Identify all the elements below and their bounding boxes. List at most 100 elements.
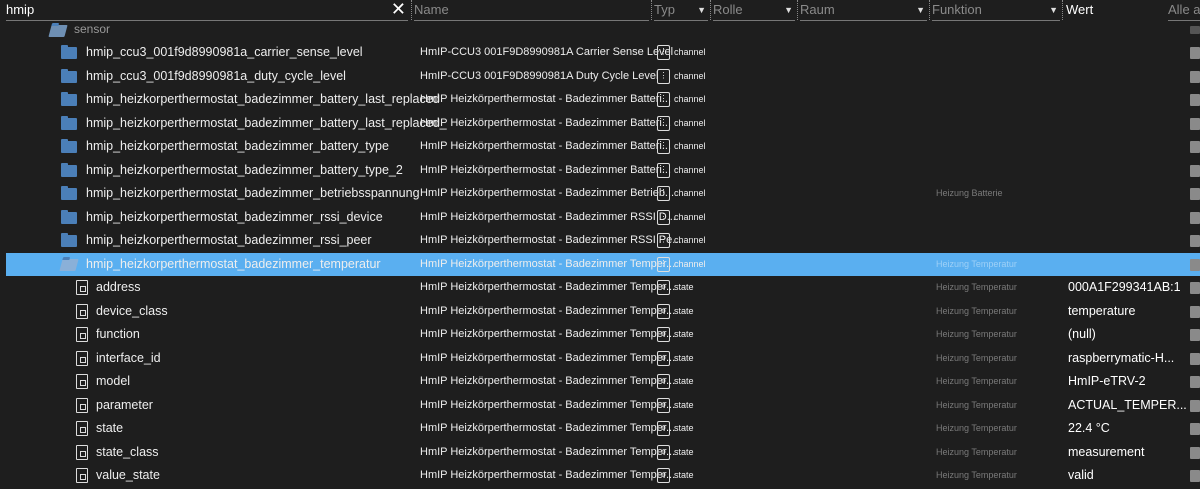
state-row[interactable]: function HmIP Heizkörperthermostat - Bade… [0,323,1200,346]
channel-row[interactable]: hmip_heizkorperthermostat_badezimmer_rss… [0,229,1200,252]
object-function: Heizung Temperatur [936,282,1017,292]
channel-row[interactable]: hmip_heizkorperthermostat_badezimmer_bat… [0,88,1200,111]
state-row[interactable]: address HmIP Heizkörperthermostat - Badez… [0,276,1200,299]
object-type: o state [657,347,694,370]
object-name: HmIP-CCU3 001F9D8990981A Duty Cycle Leve… [420,69,659,82]
channel-row[interactable]: hmip_heizkorperthermostat_badezimmer_bat… [0,135,1200,158]
object-name: HmIP Heizkörperthermostat - Badezimmer T… [420,375,676,387]
folder-icon [61,45,77,59]
object-value[interactable]: measurement [1068,441,1144,464]
channel-icon: ⋮ [657,162,670,178]
channel-icon: ⋮ [657,45,670,61]
caret-down-icon: ▼ [784,5,793,15]
state-row[interactable]: parameter HmIP Heizkörperthermostat - Bad… [0,394,1200,417]
delete-icon[interactable] [1190,282,1200,294]
object-name: HmIP Heizkörperthermostat - Badezimmer B… [420,140,672,152]
column-divider[interactable] [411,0,412,20]
type-label: state [674,305,694,316]
delete-icon[interactable] [1190,26,1200,34]
search-value: hmip [6,2,35,17]
delete-icon[interactable] [1190,329,1200,341]
channel-row[interactable]: hmip_heizkorperthermostat_badezimmer_tem… [6,252,1200,276]
object-type: o state [657,441,694,464]
object-id: value_state [96,468,160,482]
state-row[interactable]: device_class HmIP Heizkörperthermostat - … [0,300,1200,323]
object-type: ⋮ channel [657,229,706,252]
object-value[interactable]: raspberrymatic-H... [1068,347,1174,370]
object-type: o state [657,323,694,346]
object-value[interactable]: temperature [1068,300,1135,323]
channel-row[interactable]: hmip_heizkorperthermostat_badezimmer_bet… [0,182,1200,205]
folder-icon [61,162,77,177]
type-label: channel [674,141,706,151]
delete-icon[interactable] [1190,164,1200,177]
group-row[interactable]: sensor [0,18,1200,41]
delete-icon[interactable] [1190,376,1200,388]
object-value[interactable]: HmIP-eTRV-2 [1068,370,1146,393]
close-icon[interactable]: ✕ [391,0,406,19]
column-divider[interactable] [651,0,652,20]
channel-row[interactable]: hmip_ccu3_001f9d8990981a_carrier_sense_l… [0,41,1200,64]
object-id: hmip_heizkorperthermostat_badezimmer_bat… [86,162,403,177]
state-row[interactable]: value_state HmIP Heizkörperthermostat - B… [0,464,1200,487]
type-label: channel [674,258,706,269]
column-divider[interactable] [1062,0,1063,20]
delete-icon[interactable] [1190,117,1200,130]
column-divider[interactable] [929,0,930,20]
object-name: HmIP Heizkörperthermostat - Badezimmer R… [420,234,682,246]
delete-icon[interactable] [1190,47,1200,59]
delete-icon[interactable] [1190,235,1200,247]
delete-icon[interactable] [1190,94,1200,106]
delete-icon[interactable] [1190,188,1200,200]
delete-icon[interactable] [1190,211,1200,224]
object-id: hmip_heizkorperthermostat_badezimmer_tem… [86,256,381,271]
object-function: Heizung Temperatur [936,329,1017,339]
object-function: Heizung Temperatur [936,446,1017,457]
delete-icon[interactable] [1190,70,1200,83]
object-value[interactable]: 000A1F299341AB:1 [1068,276,1181,299]
delete-icon[interactable] [1190,423,1200,435]
state-icon: o [657,350,670,366]
column-divider[interactable] [797,0,798,20]
delete-icon[interactable] [1190,352,1200,365]
object-id: function [96,327,140,341]
folder-icon [61,233,77,247]
state-icon: o [657,327,670,343]
channel-row[interactable]: hmip_heizkorperthermostat_badezimmer_bat… [0,112,1200,135]
state-row[interactable]: interface_id HmIP Heizkörperthermostat - … [0,347,1200,370]
object-value[interactable]: (null) [1068,323,1096,346]
state-icon: o [657,444,670,460]
object-type: ⋮ channel [657,65,706,88]
object-id: hmip_ccu3_001f9d8990981a_duty_cycle_leve… [86,68,346,83]
object-function: Heizung Temperatur [936,305,1017,316]
delete-icon[interactable] [1190,446,1200,459]
object-function: Heizung Temperatur [936,399,1017,410]
channel-row[interactable]: hmip_heizkorperthermostat_badezimmer_bat… [0,159,1200,182]
delete-icon[interactable] [1190,399,1200,412]
type-label: channel [674,188,706,198]
delete-icon[interactable] [1190,258,1200,271]
object-function: Heizung Batterie [936,188,1003,198]
group-label: sensor [74,22,111,36]
object-value[interactable]: valid [1068,464,1094,487]
object-type: ⋮ channel [657,112,706,135]
channel-row[interactable]: hmip_heizkorperthermostat_badezimmer_rss… [0,206,1200,229]
object-value[interactable]: 22.4 °C [1068,417,1110,440]
folder-icon [61,139,77,153]
delete-icon[interactable] [1190,305,1200,318]
object-function: Heizung Temperatur [936,423,1017,433]
channel-row[interactable]: hmip_ccu3_001f9d8990981a_duty_cycle_leve… [0,65,1200,88]
object-type: ⋮ channel [657,182,706,205]
object-value[interactable]: ACTUAL_TEMPER... [1068,394,1187,417]
column-divider[interactable] [710,0,711,20]
object-function: Heizung Temperatur [936,376,1017,386]
delete-icon[interactable] [1190,141,1200,153]
state-row[interactable]: state_class HmIP Heizkörperthermostat - B… [0,441,1200,464]
delete-icon[interactable] [1190,470,1200,482]
object-name: HmIP Heizkörperthermostat - Badezimmer T… [420,445,676,458]
folder-icon [61,115,77,130]
object-name: HmIP Heizkörperthermostat - Badezimmer B… [420,116,672,129]
object-id: hmip_heizkorperthermostat_badezimmer_bat… [86,139,389,153]
state-row[interactable]: model HmIP Heizkörperthermostat - Badezim… [0,370,1200,393]
state-row[interactable]: state HmIP Heizkörperthermostat - Badezim… [0,417,1200,440]
